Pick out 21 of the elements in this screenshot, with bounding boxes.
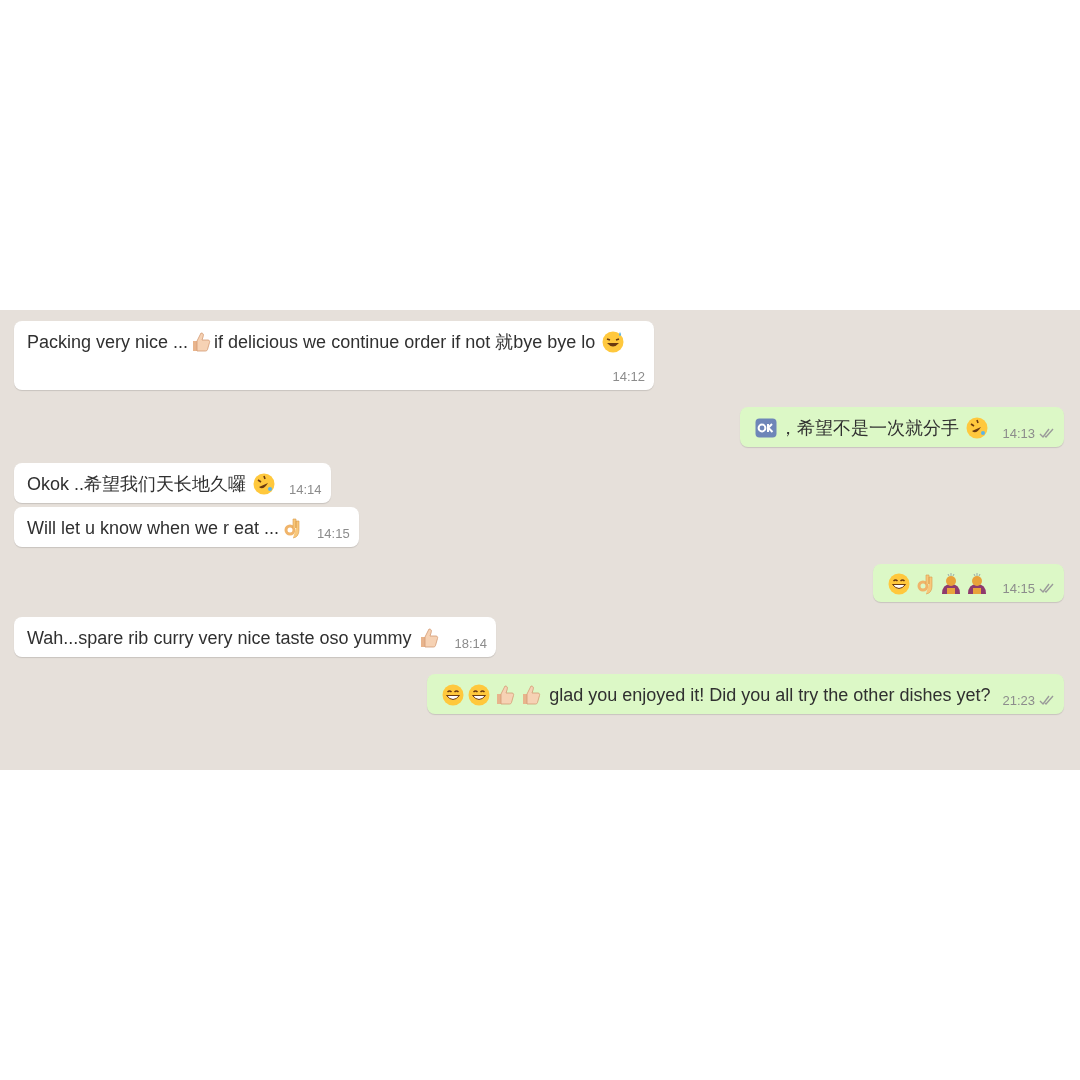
- message-text: Okok ..希望我们天长地久囉: [27, 473, 247, 496]
- message-time: 14:15: [1002, 581, 1035, 596]
- message-time: 14:15: [317, 526, 350, 541]
- message-time: 18:14: [454, 636, 487, 651]
- smiling-face-icon: [601, 330, 626, 354]
- message-text: glad you enjoyed it! Did you all try the other dishes yet?: [548, 684, 991, 707]
- message-time: 14:14: [289, 482, 322, 497]
- message-time: 21:23: [1002, 693, 1035, 708]
- ok-button-icon: [754, 416, 779, 440]
- message-text: Packing very nice ...: [27, 331, 189, 354]
- message-text: Wah...spare rib curry very nice taste oso yummy: [27, 627, 413, 650]
- message-time: 14:12: [612, 369, 645, 384]
- laughing-face-icon: [252, 472, 276, 496]
- grinning-face-icon: [467, 683, 492, 707]
- grinning-face-icon: [887, 572, 912, 596]
- message-time: 14:13: [1002, 426, 1035, 441]
- message-text: ，希望不是一次就分手: [779, 417, 961, 440]
- laughing-face-icon: [965, 416, 990, 440]
- grinning-face-icon: [441, 683, 466, 707]
- message-text: Will let u know when we r eat ...: [27, 517, 280, 540]
- message-text: if delicious we continue order if not 就bye bye lo: [214, 331, 597, 354]
